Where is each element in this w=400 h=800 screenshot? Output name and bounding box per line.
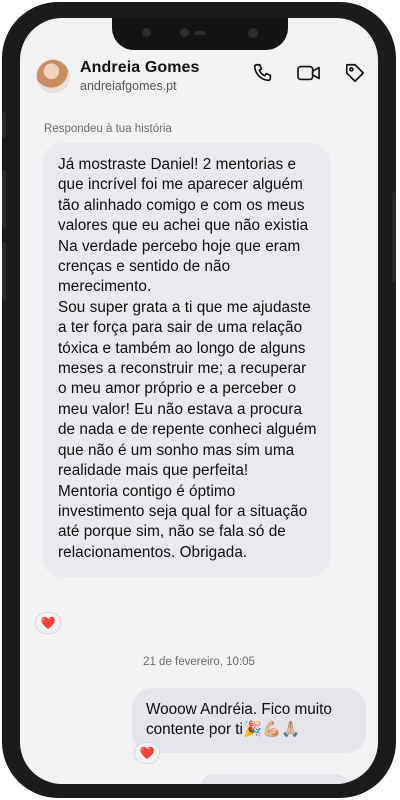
video-icon[interactable] xyxy=(296,60,322,86)
header-actions xyxy=(250,60,368,86)
next-message-bubble-partial xyxy=(200,774,350,784)
message-text: Wooow Andréia. Fico muito contente por t… xyxy=(146,701,332,739)
message-paragraph: Mentoria contigo é óptimo investimento s… xyxy=(58,482,308,561)
story-reply-label: Respondeu à tua história xyxy=(44,123,172,135)
chat-header: Andreia Gomes andreiafgomes.pt xyxy=(20,46,378,106)
camera-notch xyxy=(112,18,288,50)
phone-icon[interactable] xyxy=(250,60,276,86)
message-paragraph: Sou super grata a ti que me ajudaste a t… xyxy=(58,298,317,480)
tag-icon[interactable] xyxy=(342,60,368,86)
heart-icon: ❤️ xyxy=(40,616,56,630)
message-paragraph: Na verdade percebo hoje que eram crenças… xyxy=(58,237,301,296)
chat-screen: Andreia Gomes andreiafgomes.pt Respondeu… xyxy=(20,18,378,784)
contact-handle: andreiafgomes.pt xyxy=(80,79,177,93)
contact-name[interactable]: Andreia Gomes xyxy=(80,59,200,77)
avatar[interactable] xyxy=(36,59,70,93)
volume-down-button xyxy=(2,242,6,300)
date-separator: 21 de fevereiro, 10:05 xyxy=(143,656,255,668)
outgoing-message-bubble[interactable]: Wooow Andréia. Fico muito contente por t… xyxy=(132,688,366,753)
heart-reaction[interactable]: ❤️ xyxy=(134,742,160,764)
heart-icon: ❤️ xyxy=(139,746,155,760)
mute-switch xyxy=(2,112,6,138)
power-button xyxy=(392,192,396,282)
message-paragraph: Já mostraste Daniel! 2 mentorias e que i… xyxy=(58,156,309,235)
heart-reaction[interactable]: ❤️ xyxy=(35,612,61,634)
contact-info[interactable]: Andreia Gomes andreiafgomes.pt xyxy=(80,59,200,93)
phone-frame: Andreia Gomes andreiafgomes.pt Respondeu… xyxy=(2,2,396,798)
incoming-message-bubble[interactable]: Já mostraste Daniel! 2 mentorias e que i… xyxy=(42,143,330,578)
volume-up-button xyxy=(2,170,6,228)
